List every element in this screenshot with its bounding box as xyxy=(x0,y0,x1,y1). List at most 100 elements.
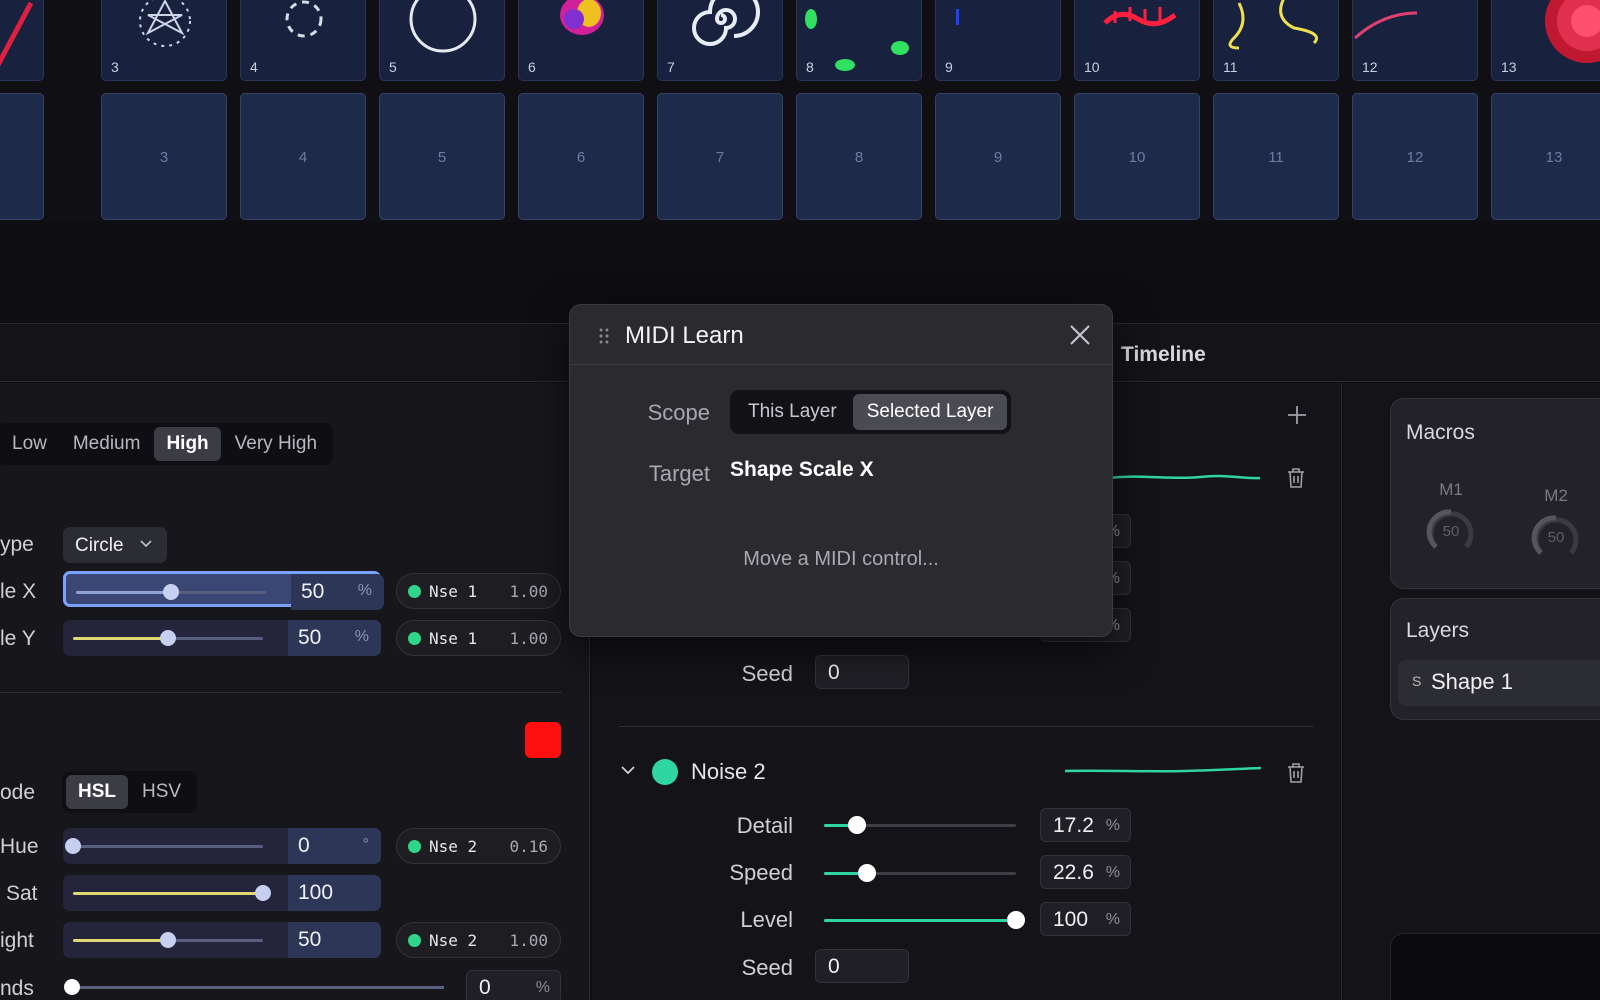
clip-thumbnail[interactable]: 8 xyxy=(796,0,922,81)
noise2-seed-field[interactable]: 0 xyxy=(815,949,909,983)
noise2-detail-slider[interactable] xyxy=(824,816,1016,834)
quality-option-medium[interactable]: Medium xyxy=(61,427,153,461)
dialog-header[interactable]: MIDI Learn xyxy=(570,305,1112,365)
slider-track[interactable] xyxy=(73,630,263,646)
clip-slot[interactable]: 3 xyxy=(101,93,227,220)
noise2-speed-value: 22.6 xyxy=(1053,861,1094,884)
clip-thumbnail[interactable]: 6 xyxy=(518,0,644,81)
slider-value-field[interactable]: 50% xyxy=(288,620,381,656)
noise1-waveform xyxy=(1110,474,1260,480)
slider-thumb[interactable] xyxy=(255,885,271,901)
clip-thumbnail[interactable]: 12 xyxy=(1352,0,1478,81)
noise1-seed-field[interactable]: 0 xyxy=(815,655,909,689)
lightness-modulation-pill[interactable]: Nse 2 1.00 xyxy=(396,922,561,958)
noise2-level-field[interactable]: 100 % xyxy=(1040,902,1131,936)
collapse-chevron-icon[interactable] xyxy=(620,763,636,781)
mod-source: Nse 2 xyxy=(429,837,478,856)
tab-timeline[interactable]: Timeline xyxy=(1121,343,1206,367)
scope-option-this-layer[interactable]: This Layer xyxy=(734,394,851,430)
shape-type-label: ype xyxy=(0,533,34,556)
clip-slot[interactable]: 8 xyxy=(796,93,922,220)
clip-thumbnail[interactable]: 3 xyxy=(101,0,227,81)
clip-thumbnail[interactable]: 7 xyxy=(657,0,783,81)
delete-noise1-trash-icon[interactable] xyxy=(1285,466,1307,490)
clip-slot[interactable]: 2 xyxy=(0,93,44,220)
close-icon[interactable] xyxy=(1068,323,1092,347)
slider-track[interactable] xyxy=(73,932,263,948)
slider-track[interactable] xyxy=(76,584,266,600)
scope-option-selected-layer[interactable]: Selected Layer xyxy=(852,394,1008,430)
macro-m2-knob[interactable]: 50 xyxy=(1531,513,1581,563)
quality-option-very-high[interactable]: Very High xyxy=(223,427,329,461)
hue-modulation-pill[interactable]: Nse 2 0.16 xyxy=(396,828,561,864)
slider-value-field[interactable]: 50% xyxy=(291,574,384,610)
bands-slider-track[interactable] xyxy=(64,979,444,995)
slider-thumb[interactable] xyxy=(163,584,179,600)
noise2-detail-field[interactable]: 17.2 % xyxy=(1040,808,1131,842)
layer-item[interactable]: S Shape 1 xyxy=(1398,660,1600,706)
clip-slot[interactable]: 7 xyxy=(657,93,783,220)
bands-slider-thumb[interactable] xyxy=(64,979,80,995)
noise2-speed-field[interactable]: 22.6 % xyxy=(1040,855,1131,889)
scale-y-slider[interactable]: 50% xyxy=(63,620,381,656)
clip-slot[interactable]: 9 xyxy=(935,93,1061,220)
lightness-slider[interactable]: 50 xyxy=(63,922,381,958)
scale-y-modulation-pill[interactable]: Nse 1 1.00 xyxy=(396,620,561,656)
clip-slot[interactable]: 5 xyxy=(379,93,505,220)
clip-slot[interactable]: 12 xyxy=(1352,93,1478,220)
chevron-v-preview xyxy=(0,1,34,67)
slider-thumb[interactable] xyxy=(65,838,81,854)
hue-slider[interactable]: 0 ° xyxy=(63,828,381,864)
clip-thumbnail[interactable] xyxy=(0,0,44,81)
slider-track[interactable] xyxy=(73,885,271,901)
clip-slot[interactable]: 11 xyxy=(1213,93,1339,220)
noise2-level-slider[interactable] xyxy=(824,911,1025,929)
scale-x-label: le X xyxy=(0,580,37,603)
slider-fill xyxy=(73,939,168,942)
macro-m1-knob[interactable]: 50 xyxy=(1426,507,1476,557)
slider-thumb[interactable] xyxy=(1007,911,1025,929)
sat-slider[interactable]: 100 xyxy=(63,875,381,911)
slider-track[interactable] xyxy=(65,838,263,854)
shape-type-dropdown[interactable]: Circle xyxy=(63,527,167,563)
color-mode-option-hsl[interactable]: HSL xyxy=(66,775,128,809)
scale-x-slider[interactable]: 50% xyxy=(63,571,384,610)
slider-thumb[interactable] xyxy=(160,630,176,646)
delete-noise2-trash-icon[interactable] xyxy=(1285,761,1307,785)
quality-option-low[interactable]: Low xyxy=(0,427,59,461)
clip-thumbnail[interactable]: 10 xyxy=(1074,0,1200,81)
noise2-speed-slider[interactable] xyxy=(824,864,1016,882)
clip-slot[interactable]: 6 xyxy=(518,93,644,220)
slider-value-field[interactable]: 0 ° xyxy=(288,828,381,864)
slider-value-field[interactable]: 50 xyxy=(288,922,381,958)
add-modulator-plus-icon[interactable] xyxy=(1285,403,1309,427)
clip-slot-number: 13 xyxy=(1545,149,1563,166)
mod-source: Nse 1 xyxy=(429,582,478,601)
clip-slot[interactable]: 13 xyxy=(1491,93,1600,220)
color-mode-option-hsv[interactable]: HSV xyxy=(130,775,193,809)
clip-slot[interactable]: 10 xyxy=(1074,93,1200,220)
slider-value: 50 xyxy=(298,928,322,951)
slider-value-field[interactable]: 100 xyxy=(288,875,381,911)
noise2-seed-value: 0 xyxy=(828,955,840,978)
clip-thumbnail[interactable]: 13 xyxy=(1491,0,1600,81)
clip-thumbnail[interactable]: 11 xyxy=(1213,0,1339,81)
clip-slot[interactable]: 4 xyxy=(240,93,366,220)
clip-thumbnail[interactable]: 9 xyxy=(935,0,1061,81)
scale-y-label: le Y xyxy=(0,627,36,650)
noise2-waveform xyxy=(1065,766,1261,773)
clip-thumbnail[interactable]: 5 xyxy=(379,0,505,81)
bands-value-field[interactable]: 0 % xyxy=(466,970,561,1000)
clip-thumbnail[interactable]: 4 xyxy=(240,0,366,81)
slider-thumb[interactable] xyxy=(160,932,176,948)
drag-handle-icon[interactable] xyxy=(598,327,610,345)
noise2-color-dot[interactable] xyxy=(652,759,678,785)
slider-thumb[interactable] xyxy=(848,816,867,834)
scale-x-modulation-pill[interactable]: Nse 1 1.00 xyxy=(396,573,561,609)
clip-number: 9 xyxy=(945,59,953,75)
quality-option-high[interactable]: High xyxy=(154,427,221,461)
scope-segmented-control: This Layer Selected Layer xyxy=(730,390,1012,434)
color-swatch[interactable] xyxy=(525,722,561,758)
clip-slot-number: 8 xyxy=(854,149,864,166)
clip-number: 5 xyxy=(389,59,397,75)
